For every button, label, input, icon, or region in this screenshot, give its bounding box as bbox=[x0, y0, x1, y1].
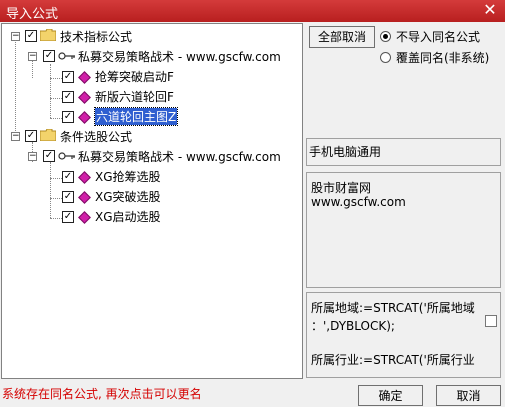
tree-item-label: XG突破选股 bbox=[95, 190, 161, 204]
formula-icon bbox=[78, 91, 91, 104]
checkbox-checked[interactable]: ✓ bbox=[43, 150, 55, 162]
tree-item[interactable]: ✓ XG突破选股 bbox=[2, 186, 302, 206]
collapse-icon[interactable]: − bbox=[11, 32, 20, 41]
radio-no-import-label: 不导入同名公式 bbox=[396, 30, 481, 44]
source-panel: 股市财富网 www.gscfw.com bbox=[306, 172, 501, 288]
usage-panel: 手机电脑通用 bbox=[306, 138, 501, 166]
code-line: ：',DYBLOCK); bbox=[311, 319, 395, 333]
tree-item-selected[interactable]: ✓ 六道轮回主图Z bbox=[2, 106, 302, 126]
radio-overwrite-label: 覆盖同名(非系统) bbox=[396, 51, 490, 65]
tree-item-label: 抢筹突破启动F bbox=[95, 70, 174, 84]
source-url: www.gscfw.com bbox=[311, 195, 406, 209]
radio-overwrite[interactable] bbox=[380, 52, 391, 63]
tree-item[interactable]: ✓ XG启动选股 bbox=[2, 206, 302, 226]
tree-group-label: 条件选股公式 bbox=[60, 130, 133, 144]
folder-icon bbox=[40, 129, 56, 141]
formula-icon bbox=[78, 111, 91, 124]
tree-group-screening[interactable]: − ✓ 条件选股公式 bbox=[2, 126, 302, 146]
radio-no-import[interactable] bbox=[380, 31, 391, 42]
tree-node-label: 私募交易策略战术 - www.gscfw.com bbox=[78, 150, 281, 164]
key-icon bbox=[58, 152, 75, 160]
formula-icon bbox=[78, 211, 91, 224]
tree-group-technical[interactable]: − ✓ 技术指标公式 bbox=[2, 26, 302, 46]
formula-icon bbox=[78, 71, 91, 84]
code-line: 所属行业:=STRCAT('所属行业 bbox=[311, 353, 475, 367]
ok-button[interactable]: 确定 bbox=[358, 385, 423, 406]
collapse-icon[interactable]: − bbox=[28, 152, 37, 161]
tree-item[interactable]: ✓ 新版六道轮回F bbox=[2, 86, 302, 106]
code-line: 所属地域:=STRCAT('所属地域 bbox=[311, 301, 475, 315]
tree-item-label: 新版六道轮回F bbox=[95, 90, 174, 104]
tree-node-label: 私募交易策略战术 - www.gscfw.com bbox=[78, 50, 281, 64]
checkbox-checked[interactable]: ✓ bbox=[43, 50, 55, 62]
tree-item[interactable]: ✓ XG抢筹选股 bbox=[2, 166, 302, 186]
checkbox-checked[interactable]: ✓ bbox=[62, 111, 74, 123]
checkbox-checked[interactable]: ✓ bbox=[62, 191, 74, 203]
checkbox-checked[interactable]: ✓ bbox=[62, 211, 74, 223]
tree-node-strategy-1[interactable]: − ✓ 私募交易策略战术 - www.gscfw.com bbox=[2, 46, 302, 66]
formula-icon bbox=[78, 171, 91, 184]
code-panel[interactable]: 所属地域:=STRCAT('所属地域 ：',DYBLOCK); 所属行业:=ST… bbox=[306, 292, 501, 378]
cancel-button[interactable]: 取消 bbox=[436, 385, 501, 406]
tree-group-label: 技术指标公式 bbox=[60, 30, 133, 44]
checkbox-checked[interactable]: ✓ bbox=[62, 171, 74, 183]
collapse-icon[interactable]: − bbox=[11, 132, 20, 141]
tree-item-label: 六道轮回主图Z bbox=[93, 107, 179, 126]
tree-node-strategy-2[interactable]: − ✓ 私募交易策略战术 - www.gscfw.com bbox=[2, 146, 302, 166]
status-message: 系统存在同名公式, 再次点击可以更名 bbox=[2, 387, 202, 401]
checkbox-checked[interactable]: ✓ bbox=[62, 91, 74, 103]
tree-item[interactable]: ✓ 抢筹突破启动F bbox=[2, 66, 302, 86]
close-icon[interactable]: ✕ bbox=[481, 1, 499, 19]
window-title: 导入公式 bbox=[6, 7, 59, 22]
usage-text: 手机电脑通用 bbox=[309, 145, 382, 159]
checkbox-checked[interactable]: ✓ bbox=[62, 71, 74, 83]
title-bar: 导入公式 ✕ bbox=[0, 0, 505, 22]
formula-icon bbox=[78, 191, 91, 204]
tree-item-label: XG抢筹选股 bbox=[95, 170, 161, 184]
formula-tree[interactable]: − ✓ 技术指标公式 − ✓ 私募交易策略战术 - www.gscfw.com … bbox=[1, 23, 303, 379]
collapse-icon[interactable]: − bbox=[28, 52, 37, 61]
folder-icon bbox=[40, 29, 56, 41]
code-panel-checkbox[interactable] bbox=[485, 315, 497, 327]
cancel-all-button[interactable]: 全部取消 bbox=[309, 26, 375, 48]
checkbox-checked[interactable]: ✓ bbox=[25, 130, 37, 142]
key-icon bbox=[58, 52, 75, 60]
tree-item-label: XG启动选股 bbox=[95, 210, 161, 224]
checkbox-checked[interactable]: ✓ bbox=[25, 30, 37, 42]
source-name: 股市财富网 bbox=[311, 181, 372, 195]
